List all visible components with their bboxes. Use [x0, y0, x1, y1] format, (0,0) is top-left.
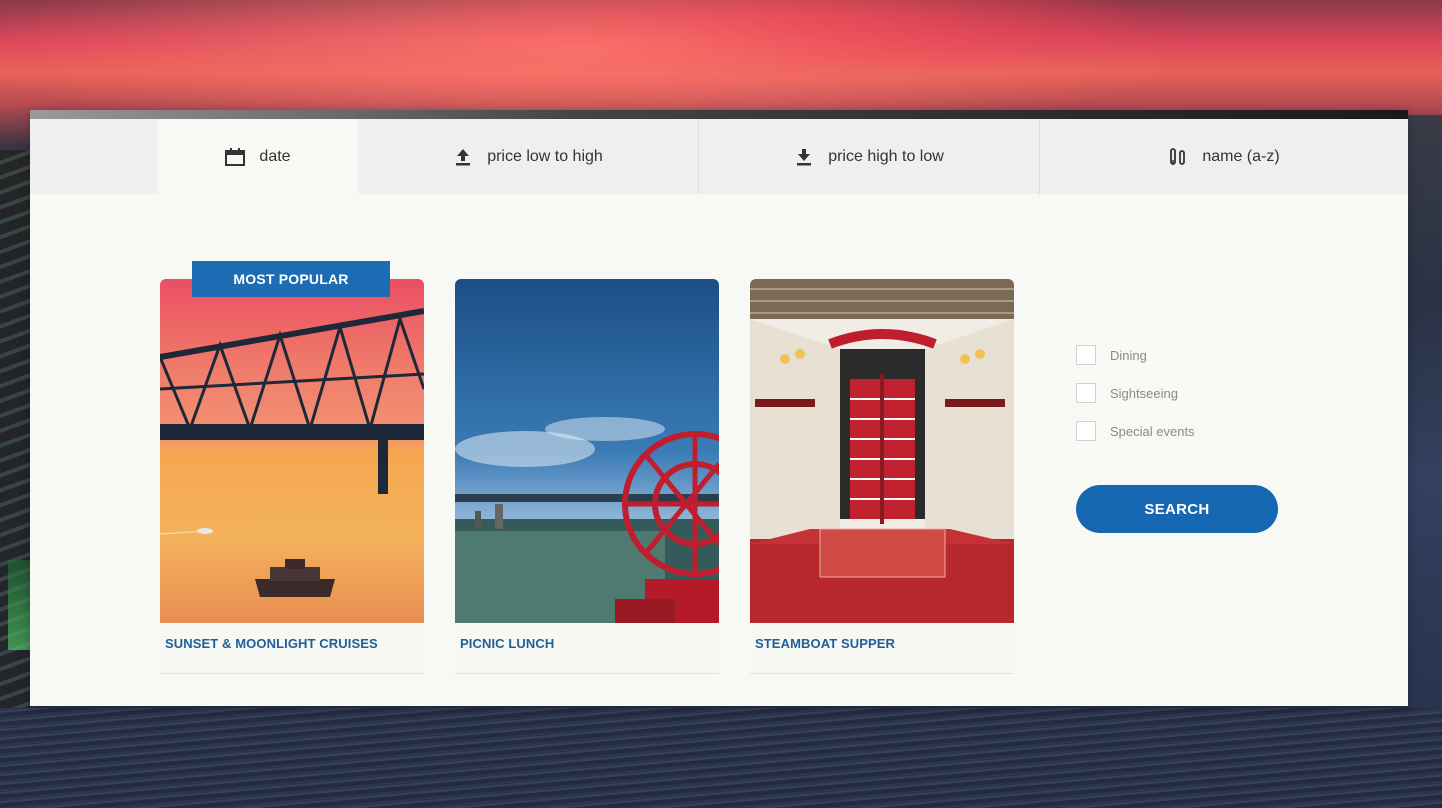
card-image-paddlewheel [455, 279, 719, 623]
background-right-edge [1408, 115, 1442, 715]
cruise-listing-panel: date price low to high price high to low… [30, 110, 1408, 706]
filter-sightseeing[interactable]: Sightseeing [1076, 374, 1195, 412]
cruise-card-steamboat[interactable]: STEAMBOAT SUPPER [750, 279, 1014, 674]
tabs-spacer [30, 119, 158, 194]
most-popular-badge: MOST POPULAR [192, 261, 390, 297]
search-button[interactable]: SEARCH [1076, 485, 1278, 533]
tab-sort-date[interactable]: date [158, 119, 358, 194]
download-icon [794, 147, 814, 167]
upload-icon [453, 147, 473, 167]
tab-sort-price-high-low[interactable]: price high to low [699, 119, 1040, 194]
card-image-grand-staircase [750, 279, 1014, 623]
tab-label: price low to high [487, 147, 603, 165]
background-water [0, 708, 1442, 808]
filter-label: Dining [1110, 347, 1147, 363]
tab-sort-price-low-high[interactable]: price low to high [358, 119, 699, 194]
tab-label: name (a-z) [1202, 147, 1280, 165]
sort-tabs: date price low to high price high to low… [30, 119, 1408, 194]
card-title[interactable]: SUNSET & MOONLIGHT CRUISES [165, 636, 378, 651]
filter-dining[interactable]: Dining [1076, 336, 1195, 374]
filter-label: Special events [1110, 423, 1195, 439]
tab-label: date [259, 147, 291, 165]
sort-alpha-icon [1168, 147, 1188, 167]
panel-top-bar [30, 110, 1408, 119]
tab-label: price high to low [828, 147, 944, 165]
card-divider [160, 673, 424, 674]
dining-checkbox[interactable] [1076, 345, 1096, 365]
card-divider [455, 673, 719, 674]
tab-sort-name[interactable]: name (a-z) [1040, 119, 1408, 194]
cruise-card-picnic[interactable]: PICNIC LUNCH [455, 279, 719, 674]
card-title[interactable]: STEAMBOAT SUPPER [755, 636, 895, 651]
cruise-card-sunset[interactable]: SUNSET & MOONLIGHT CRUISES [160, 279, 424, 674]
filter-special-events[interactable]: Special events [1076, 412, 1195, 450]
card-title[interactable]: PICNIC LUNCH [460, 636, 554, 651]
background-bridge-lights [8, 560, 30, 650]
card-image-sunset-bridge [160, 279, 424, 623]
category-filters: Dining Sightseeing Special events [1076, 336, 1195, 450]
sightseeing-checkbox[interactable] [1076, 383, 1096, 403]
filter-label: Sightseeing [1110, 385, 1178, 401]
calendar-icon [225, 147, 246, 167]
card-divider [750, 673, 1014, 674]
special-events-checkbox[interactable] [1076, 421, 1096, 441]
